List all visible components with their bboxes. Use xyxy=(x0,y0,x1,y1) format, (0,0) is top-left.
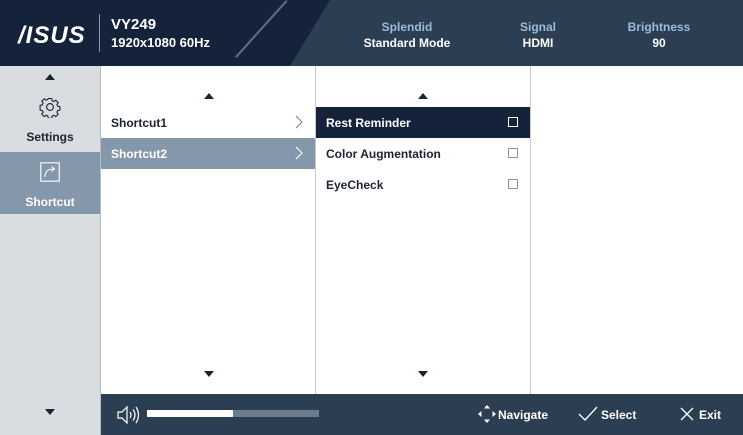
footer-side xyxy=(0,394,101,435)
osd-menu: /ISUS VY249 1920x1080 60Hz Splendid Stan… xyxy=(0,0,743,435)
scroll-up-icon[interactable] xyxy=(418,93,428,99)
scroll-up-icon[interactable] xyxy=(204,93,214,99)
volume-level xyxy=(147,410,233,417)
category-label: Settings xyxy=(26,130,74,144)
category-shortcut[interactable]: Shortcut xyxy=(0,152,100,214)
model-name: VY249 xyxy=(111,16,157,33)
option-rest-reminder[interactable]: Rest Reminder xyxy=(316,107,530,138)
scroll-down-icon[interactable] xyxy=(204,371,214,377)
option-checkbox[interactable] xyxy=(508,117,518,127)
navigate-icon xyxy=(478,405,496,423)
option-checkbox[interactable] xyxy=(508,148,518,158)
shortcut-label: Shortcut2 xyxy=(111,147,168,161)
resolution-info: 1920x1080 60Hz xyxy=(111,35,211,50)
close-icon xyxy=(680,407,694,421)
status-value: Standard Mode xyxy=(363,36,451,50)
scroll-down-icon[interactable] xyxy=(45,409,55,415)
navigate-hint: Navigate xyxy=(498,408,549,422)
status-label: Brightness xyxy=(627,20,691,34)
shortcut-label: Shortcut1 xyxy=(111,116,168,130)
shortcut-item-1[interactable]: Shortcut1 xyxy=(101,107,315,138)
checkmark-icon xyxy=(578,406,598,421)
status-brightness: Brightness 90 xyxy=(619,19,699,51)
exit-hint: Exit xyxy=(699,408,722,422)
select-hint: Select xyxy=(601,408,637,422)
category-settings[interactable]: Settings xyxy=(0,87,100,149)
category-column: Settings Shortcut xyxy=(0,66,101,414)
option-label: EyeCheck xyxy=(326,178,384,192)
shortcut-item-2[interactable]: Shortcut2 xyxy=(101,138,315,169)
chevron-right-icon xyxy=(295,115,303,129)
shortcut-list: Shortcut1 Shortcut2 xyxy=(101,66,316,394)
option-color-augmentation[interactable]: Color Augmentation xyxy=(316,138,530,169)
chevron-right-icon xyxy=(295,146,303,160)
asus-logo: /ISUS xyxy=(18,22,86,49)
status-value: 90 xyxy=(652,36,666,50)
volume-slider[interactable] xyxy=(147,410,319,417)
logo-separator xyxy=(99,14,100,52)
option-list: Rest Reminder Color Augmentation EyeChec… xyxy=(316,66,531,394)
gear-icon xyxy=(39,97,61,118)
scroll-up-icon[interactable] xyxy=(45,74,55,80)
speaker-icon xyxy=(117,405,140,425)
option-checkbox[interactable] xyxy=(508,179,518,189)
shortcut-icon xyxy=(40,162,60,182)
category-label: Shortcut xyxy=(25,195,75,209)
option-label: Rest Reminder xyxy=(326,116,411,130)
osd-header: /ISUS VY249 1920x1080 60Hz Splendid Stan… xyxy=(0,0,743,66)
detail-panel xyxy=(531,66,743,394)
option-eyecheck[interactable]: EyeCheck xyxy=(316,169,530,200)
status-splendid: Splendid Standard Mode xyxy=(357,19,457,51)
status-value: HDMI xyxy=(522,36,554,50)
osd-footer: Navigate Select Exit xyxy=(101,394,743,435)
status-label: Signal xyxy=(519,20,556,34)
status-label: Splendid xyxy=(381,20,433,34)
status-signal: Signal HDMI xyxy=(508,19,568,51)
option-label: Color Augmentation xyxy=(326,147,441,161)
scroll-down-icon[interactable] xyxy=(418,371,428,377)
